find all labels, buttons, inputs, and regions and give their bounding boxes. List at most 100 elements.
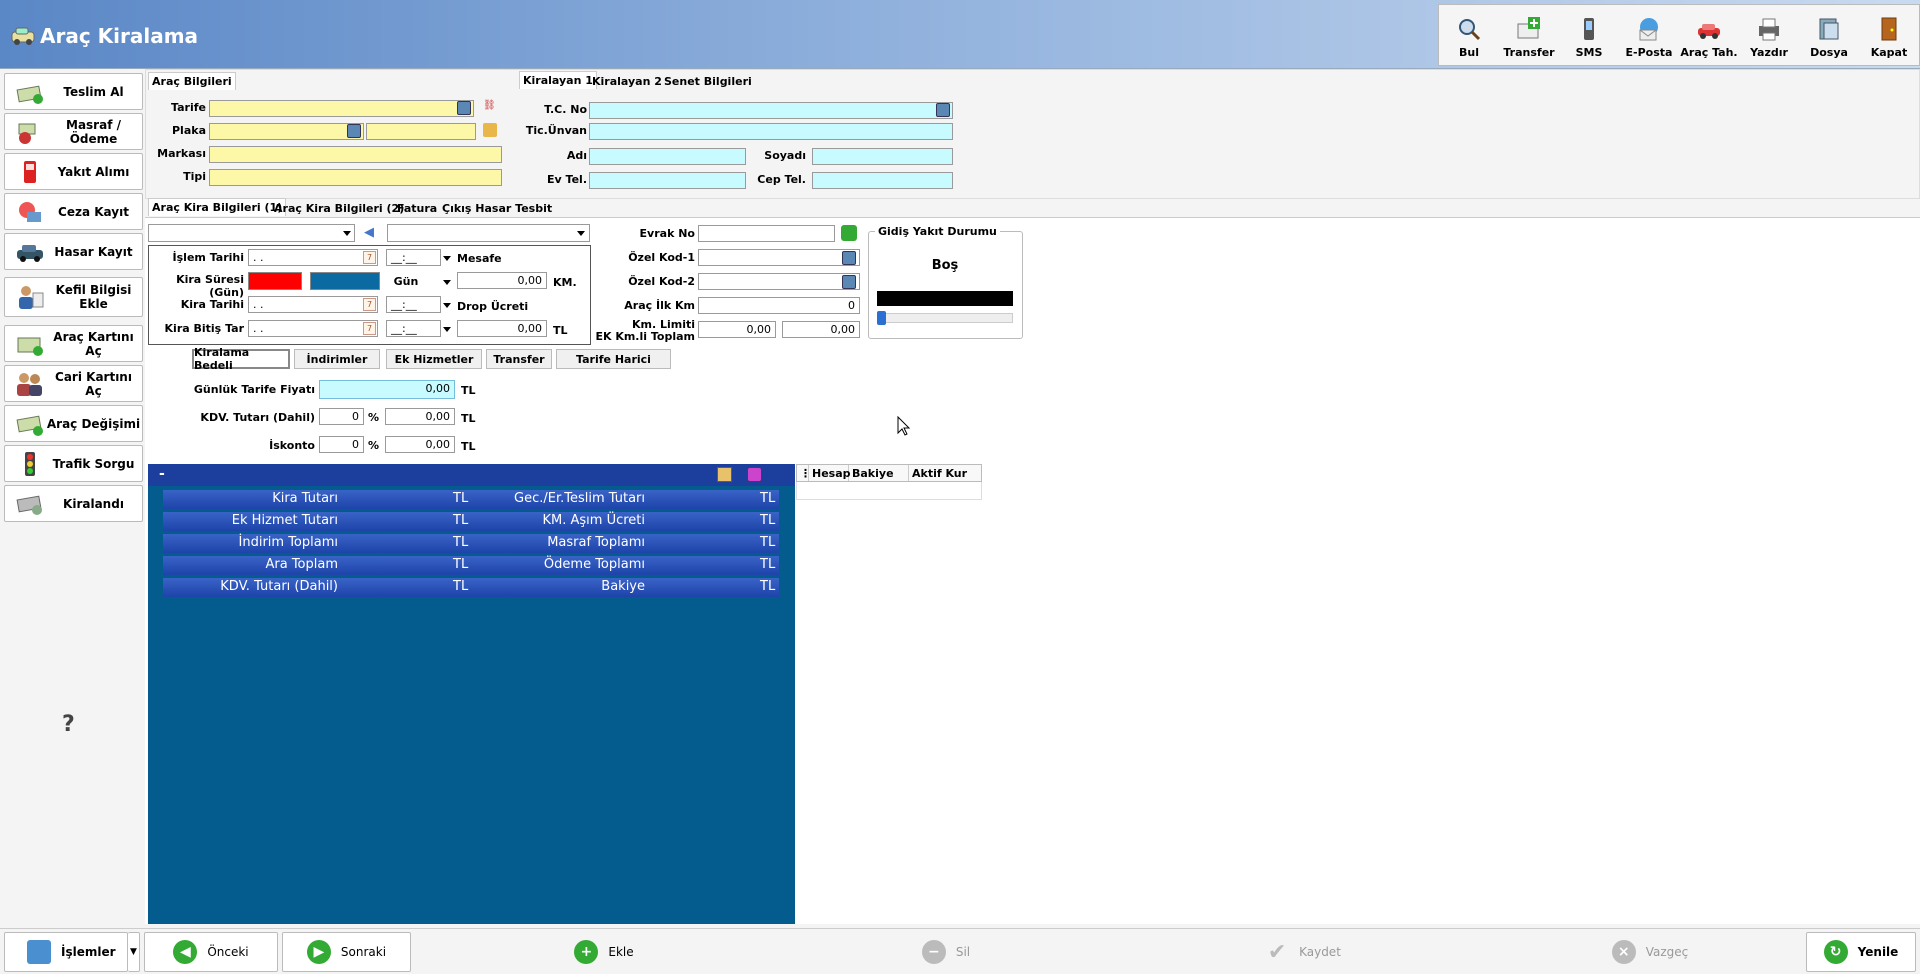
tab-arac-kira-2[interactable]: Araç Kira Bilgileri (2) (271, 200, 407, 217)
ozel-kod-1-field[interactable] (698, 249, 860, 266)
adi-field[interactable] (589, 148, 746, 165)
chevron-down-icon[interactable] (443, 256, 451, 261)
ticunvan-field[interactable] (589, 123, 953, 140)
kaydet-button[interactable]: ✔ Kaydet (1243, 932, 1363, 972)
bitis-saat-field[interactable]: __:__ (386, 320, 441, 337)
markasi-field[interactable] (209, 146, 502, 163)
column-hesap[interactable]: Hesap (809, 465, 851, 481)
sidebar-teslim-al[interactable]: Teslim Al (4, 73, 143, 110)
tab-kiralayan-2[interactable]: Kiralayan 2 (589, 73, 665, 90)
soyadi-field[interactable] (812, 148, 953, 165)
ceptel-field[interactable] (812, 172, 953, 189)
iskonto-percent-field[interactable]: 0 (319, 436, 364, 453)
sidebar-trafik-sorgu[interactable]: Trafik Sorgu (4, 445, 143, 482)
transfer-button[interactable]: Transfer (1499, 5, 1559, 65)
kdv-percent-field[interactable]: 0 (319, 408, 364, 425)
gunluk-tarife-field[interactable]: 0,00 (319, 380, 455, 399)
bitis-tarihi-field[interactable]: . . (248, 320, 378, 337)
subtab-transfer[interactable]: Transfer (486, 349, 552, 369)
tarife-tree-icon[interactable]: ⛓ (483, 100, 497, 116)
sidebar-arac-degisimi[interactable]: Araç Değişimi (4, 405, 143, 442)
column-bakiye[interactable]: Bakiye (849, 465, 909, 481)
mesafe-km-field[interactable]: 0,00 (457, 272, 547, 289)
find-button[interactable]: Bul (1439, 5, 1499, 65)
sidebar-yakit-alimi[interactable]: Yakıt Alımı (4, 153, 143, 190)
kira-suresi-blue-field[interactable] (310, 272, 380, 290)
sidebar-arac-karti[interactable]: Araç Kartını Aç (4, 325, 143, 362)
islem-tarihi-field[interactable]: . . (248, 249, 378, 266)
refresh-icon[interactable] (841, 225, 857, 241)
calendar-icon[interactable]: 7 (363, 298, 376, 311)
sidebar-ceza-kayit[interactable]: Ceza Kayıt (4, 193, 143, 230)
sidebar-kiralandi[interactable]: Kiralandı (4, 485, 143, 522)
chevron-down-icon[interactable] (443, 327, 451, 332)
tcno-lookup-icon[interactable] (936, 103, 950, 117)
islemler-dropdown[interactable]: ▼ (128, 932, 140, 972)
subtab-kiralama-bedeli[interactable]: Kiralama Bedeli (192, 346, 290, 372)
file-button[interactable]: Dosya (1799, 5, 1859, 65)
gift-icon[interactable] (747, 467, 762, 482)
sonraki-button[interactable]: ▶ Sonraki (282, 932, 411, 972)
evrak-no-field[interactable] (698, 225, 835, 242)
sidebar-cari-karti[interactable]: Cari Kartını Aç (4, 365, 143, 402)
car-collection-button[interactable]: Araç Tah. (1679, 5, 1739, 65)
kira-suresi-red-field[interactable] (248, 272, 302, 290)
iskonto-amount-field[interactable]: 0,00 (385, 436, 455, 453)
subtab-ek-hizmetler[interactable]: Ek Hizmetler (386, 349, 482, 369)
tab-arac-bilgileri[interactable]: Araç Bilgileri (148, 72, 236, 90)
km-limiti-field[interactable]: 0,00 (698, 321, 776, 338)
collapse-button[interactable]: - (159, 466, 165, 482)
drop-ucreti-field[interactable]: 0,00 (457, 320, 547, 337)
email-button[interactable]: E-Posta (1619, 5, 1679, 65)
help-icon[interactable]: ? (62, 712, 75, 737)
arac-ilk-km-field[interactable]: 0 (698, 297, 860, 314)
ek-km-field[interactable]: 0,00 (782, 321, 860, 338)
column-aktif-kur[interactable]: Aktif Kur (909, 465, 981, 481)
sil-button[interactable]: − Sil (906, 932, 986, 972)
fuel-slider-thumb[interactable] (877, 311, 886, 325)
chevron-down-icon[interactable] (443, 280, 451, 285)
kira-tarihi-field[interactable]: . . (248, 296, 378, 313)
ozel-kod-1-lookup-icon[interactable] (842, 251, 856, 265)
tab-senet-bilgileri[interactable]: Senet Bilgileri (661, 73, 755, 90)
print-button[interactable]: Yazdır (1739, 5, 1799, 65)
plaka-comment-icon[interactable] (483, 123, 497, 137)
tab-cikis-hasar[interactable]: Çıkış Hasar Tesbit (439, 200, 555, 217)
kira-type-select[interactable] (148, 224, 355, 242)
plaka-lookup-icon[interactable] (347, 124, 361, 138)
fuel-slider-track[interactable] (877, 313, 1013, 323)
calendar-icon[interactable]: 7 (363, 251, 376, 264)
tipi-field[interactable] (209, 169, 502, 186)
sidebar-masraf-odeme[interactable]: Masraf / Ödeme (4, 113, 143, 150)
kira-sub-select[interactable] (387, 224, 590, 242)
kira-saat-field[interactable]: __:__ (386, 296, 441, 313)
subtab-tarife-harici[interactable]: Tarife Harici (556, 349, 671, 369)
plaka-field[interactable] (209, 123, 364, 140)
kdv-amount-field[interactable]: 0,00 (385, 408, 455, 425)
tcno-field[interactable] (589, 102, 953, 119)
account-grid-row[interactable] (796, 482, 982, 500)
close-button[interactable]: Kapat (1859, 5, 1919, 65)
calculator-icon[interactable] (717, 467, 732, 482)
evtel-field[interactable] (589, 172, 746, 189)
plaka-extra-field[interactable] (366, 123, 476, 140)
tab-arac-kira-1[interactable]: Araç Kira Bilgileri (1) (148, 198, 287, 216)
ekle-button[interactable]: + Ekle (554, 932, 654, 972)
onceki-button[interactable]: ◀ Önceki (144, 932, 278, 972)
tarife-lookup-icon[interactable] (457, 101, 471, 115)
sms-button[interactable]: SMS (1559, 5, 1619, 65)
chevron-down-icon[interactable] (443, 303, 451, 308)
islemler-button[interactable]: İşlemler (4, 932, 128, 972)
speaker-icon[interactable]: ◀ (364, 225, 378, 240)
tarife-field[interactable] (209, 100, 474, 117)
ozel-kod-2-field[interactable] (698, 273, 860, 290)
grid-drag-handle[interactable]: ⋮ (797, 465, 811, 481)
yenile-button[interactable]: ↻ Yenile (1806, 932, 1916, 972)
tab-fatura[interactable]: Fatura (394, 200, 440, 217)
ozel-kod-2-lookup-icon[interactable] (842, 275, 856, 289)
calendar-icon[interactable]: 7 (363, 322, 376, 335)
vazgec-button[interactable]: × Vazgeç (1590, 932, 1710, 972)
sidebar-kefil-ekle[interactable]: Kefil Bilgisi Ekle (4, 277, 143, 317)
sidebar-hasar-kayit[interactable]: Hasar Kayıt (4, 233, 143, 270)
islem-saat-field[interactable]: __:__ (386, 249, 441, 266)
